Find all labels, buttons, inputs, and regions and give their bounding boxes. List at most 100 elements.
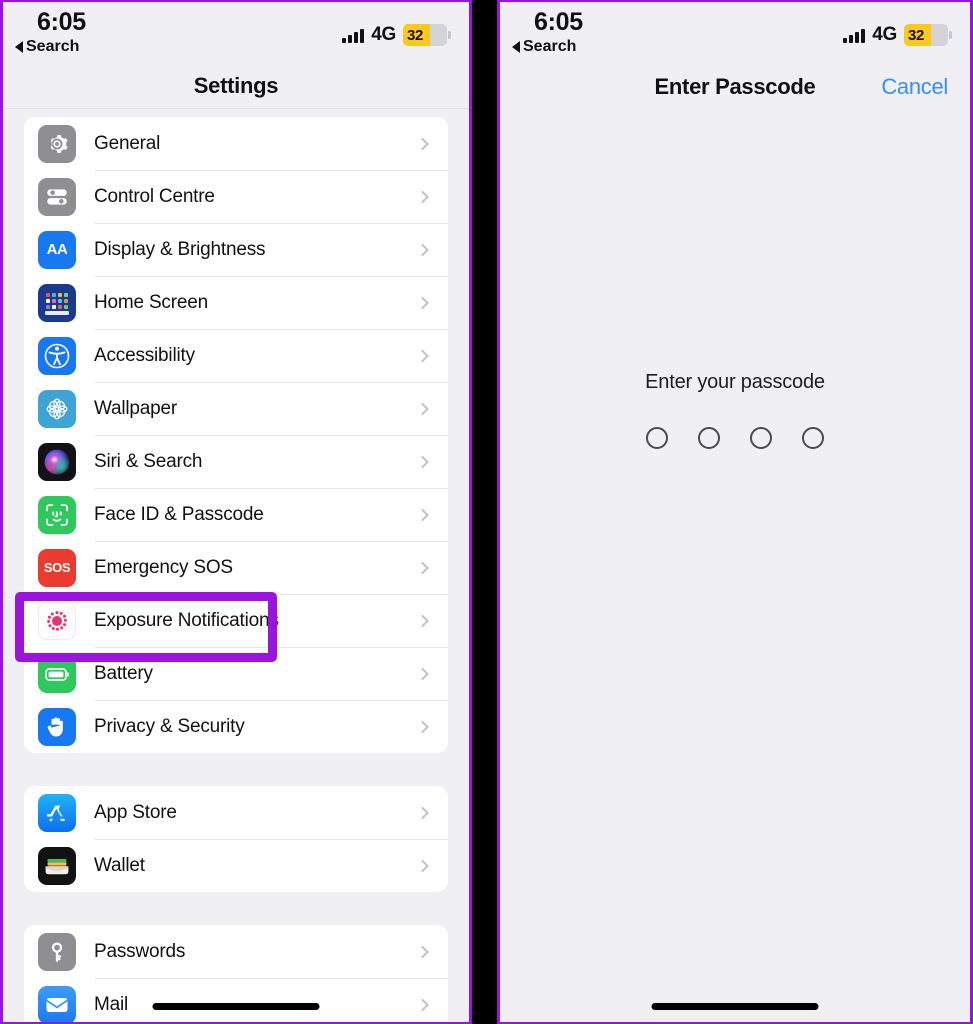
passcode-dot: [802, 427, 824, 449]
back-triangle-icon: [15, 41, 23, 53]
passcode-phone-panel: 6:05 Search 4G 32 Enter Passcode Cancel …: [497, 0, 973, 1024]
chevron-right-icon: [416, 296, 429, 309]
passcode-entry-area: Enter your passcode: [500, 109, 970, 1022]
face-id-icon: [38, 495, 76, 534]
home-indicator: [651, 1003, 819, 1010]
battery-level-label: 32: [908, 26, 925, 44]
cellular-signal-icon: [342, 28, 365, 43]
passcode-dots[interactable]: [500, 427, 970, 449]
passwords-key-icon: [38, 932, 76, 971]
sidebar-item-control-centre[interactable]: Control Centre: [24, 170, 448, 223]
network-type-label: 4G: [371, 24, 396, 45]
cancel-button[interactable]: Cancel: [881, 74, 948, 100]
status-bar-right: 6:05 Search 4G 32: [500, 2, 970, 64]
chevron-right-icon: [416, 720, 429, 733]
chevron-right-icon: [416, 614, 429, 627]
sidebar-item-label: Wallet: [94, 854, 145, 876]
sidebar-item-label: Control Centre: [94, 185, 215, 207]
accessibility-icon: [38, 336, 76, 375]
battery-nub: [949, 31, 952, 39]
chevron-right-icon: [416, 402, 429, 415]
display-brightness-icon: AA: [38, 230, 76, 269]
settings-phone-panel: 6:05 Search 4G 32 Settings General Contr…: [0, 0, 472, 1024]
status-indicators: 4G 32: [342, 24, 451, 46]
cellular-signal-icon: [843, 28, 866, 43]
sidebar-item-label: Wallpaper: [94, 397, 178, 419]
chevron-right-icon: [416, 998, 429, 1011]
sidebar-item-app-store[interactable]: App Store: [24, 786, 448, 839]
back-triangle-icon: [512, 41, 520, 53]
battery-icon: 32: [403, 24, 451, 46]
sidebar-item-home-screen[interactable]: Home Screen: [24, 276, 448, 329]
sidebar-item-wallet[interactable]: Wallet: [24, 839, 448, 892]
chevron-right-icon: [416, 508, 429, 521]
sidebar-item-label: Mail: [94, 993, 129, 1015]
sidebar-item-privacy-security[interactable]: Privacy & Security: [24, 700, 448, 753]
sidebar-item-siri-search[interactable]: Siri & Search: [24, 435, 448, 488]
sidebar-item-label: Emergency SOS: [94, 556, 233, 578]
chevron-right-icon: [416, 349, 429, 362]
sidebar-item-emergency-sos[interactable]: SOS Emergency SOS: [24, 541, 448, 594]
sidebar-item-display-brightness[interactable]: AA Display & Brightness: [24, 223, 448, 276]
home-screen-icon: [38, 283, 76, 322]
passcode-dot: [750, 427, 772, 449]
chevron-right-icon: [416, 190, 429, 203]
chevron-right-icon: [416, 137, 429, 150]
chevron-right-icon: [416, 243, 429, 256]
status-bar-left: 6:05 Search 4G 32: [3, 2, 469, 64]
settings-group-system: General Control Centre AA Display & Brig…: [24, 117, 448, 753]
sidebar-item-face-id-passcode[interactable]: Face ID & Passcode: [24, 488, 448, 541]
sidebar-item-exposure-notifications[interactable]: Exposure Notifications: [24, 594, 448, 647]
siri-search-icon: [38, 442, 76, 481]
page-title: Settings: [193, 73, 279, 98]
battery-level-label: 32: [407, 26, 424, 44]
sidebar-item-passwords[interactable]: Passwords: [24, 925, 448, 978]
battery-icon: 32: [904, 24, 952, 46]
battery-settings-icon: [38, 654, 76, 693]
passcode-dot: [646, 427, 668, 449]
status-time: 6:05: [37, 8, 86, 36]
sidebar-item-label: Privacy & Security: [94, 715, 245, 737]
passcode-nav-bar: Enter Passcode Cancel: [500, 64, 970, 109]
status-indicators: 4G 32: [843, 24, 952, 46]
battery-nub: [448, 31, 451, 39]
home-indicator: [152, 1003, 320, 1010]
chevron-right-icon: [416, 455, 429, 468]
sidebar-item-label: Home Screen: [94, 291, 208, 313]
chevron-right-icon: [416, 667, 429, 680]
chevron-right-icon: [416, 859, 429, 872]
back-to-search-button[interactable]: Search: [512, 38, 576, 56]
sidebar-item-general[interactable]: General: [24, 117, 448, 170]
sidebar-item-battery[interactable]: Battery: [24, 647, 448, 700]
sidebar-item-mail[interactable]: Mail: [24, 978, 448, 1022]
chevron-right-icon: [416, 945, 429, 958]
settings-nav-bar: Settings: [3, 64, 469, 109]
emergency-sos-icon: SOS: [38, 548, 76, 587]
screenshot-stage: 6:05 Search 4G 32 Settings General Contr…: [0, 0, 973, 1024]
status-time: 6:05: [534, 8, 583, 36]
sidebar-item-label: Display & Brightness: [94, 238, 266, 260]
chevron-right-icon: [416, 561, 429, 574]
general-gear-icon: [38, 124, 76, 163]
sidebar-item-label: Face ID & Passcode: [94, 503, 264, 525]
wallpaper-icon: [38, 389, 76, 428]
sidebar-item-wallpaper[interactable]: Wallpaper: [24, 382, 448, 435]
settings-list[interactable]: General Control Centre AA Display & Brig…: [3, 109, 469, 1022]
back-to-search-button[interactable]: Search: [15, 38, 79, 56]
sidebar-item-label: Exposure Notifications: [94, 609, 279, 631]
sidebar-item-accessibility[interactable]: Accessibility: [24, 329, 448, 382]
sidebar-item-label: App Store: [94, 801, 177, 823]
sidebar-item-label: Battery: [94, 662, 153, 684]
sidebar-item-label: Siri & Search: [94, 450, 203, 472]
sidebar-item-label: Accessibility: [94, 344, 195, 366]
passcode-prompt: Enter your passcode: [645, 371, 825, 393]
app-store-icon: [38, 793, 76, 832]
chevron-right-icon: [416, 806, 429, 819]
back-label: Search: [523, 38, 577, 55]
network-type-label: 4G: [872, 24, 897, 45]
sidebar-item-label: General: [94, 132, 161, 154]
exposure-notifications-icon: [38, 601, 76, 640]
sidebar-item-label: Passwords: [94, 940, 186, 962]
page-title: Enter Passcode: [654, 73, 816, 99]
settings-group-stores: App Store Wallet: [24, 786, 448, 892]
